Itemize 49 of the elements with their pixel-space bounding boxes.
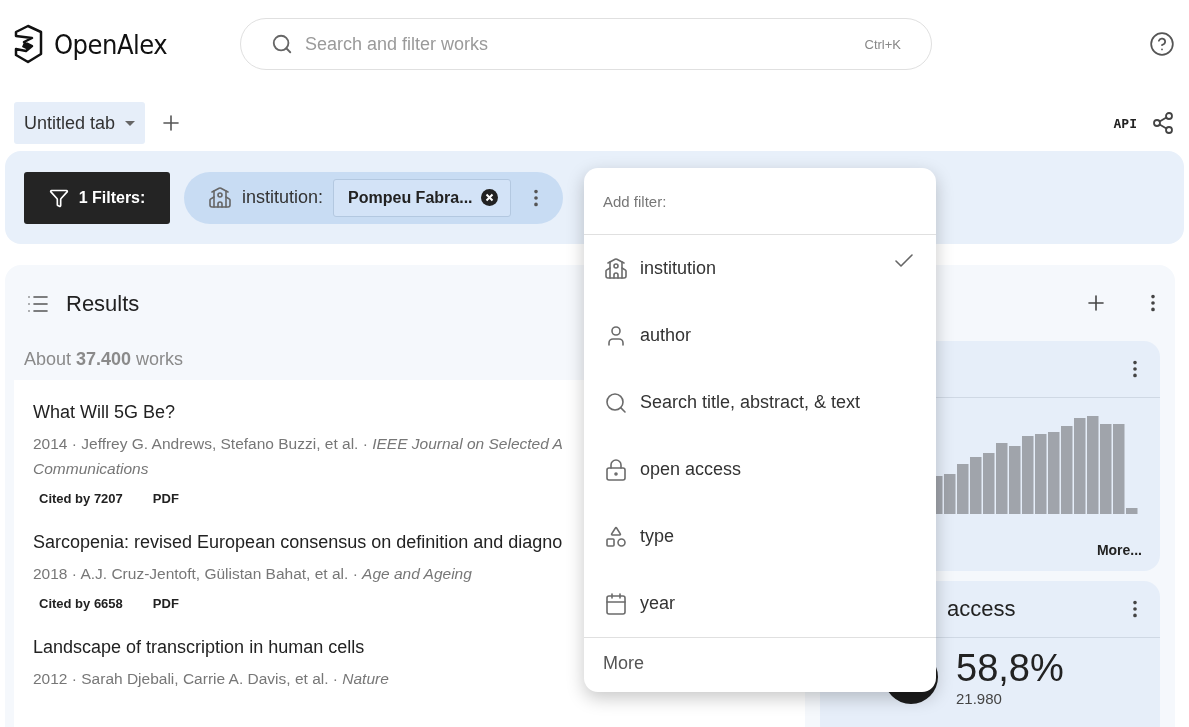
pdf-link[interactable]: PDF <box>152 491 179 506</box>
search-icon <box>604 390 628 415</box>
caret-icon <box>125 120 136 126</box>
lock-icon <box>604 457 628 482</box>
filters-button[interactable]: 1 Filters: <box>24 171 170 224</box>
shapes-icon <box>604 524 628 549</box>
work-meta: 2014 · Jeffrey G. Andrews, Stefano Buzzi, et al. · IEEE Journal on Selected A Communications <box>33 434 564 479</box>
histogram-bar <box>944 474 956 514</box>
help-icon[interactable] <box>1149 31 1175 57</box>
cited-by-link[interactable]: Cited by 7207 <box>39 491 123 506</box>
histogram-bar <box>983 453 995 514</box>
building-icon <box>604 256 628 281</box>
filter-chip[interactable]: institution: Pompeu Fabra... <box>184 171 563 224</box>
percent-value: 58,8% <box>956 647 1064 690</box>
pdf-link[interactable]: PDF <box>152 596 179 611</box>
menu-header: Add filter: <box>603 192 667 210</box>
calendar-icon <box>604 591 628 616</box>
chip-value[interactable]: Pompeu Fabra... <box>333 178 511 217</box>
work-meta: 2018 · A.J. Cruz-Jentoft, Gülistan Bahat, et al. · Age and Ageing <box>33 564 473 584</box>
cited-by-link[interactable]: Cited by 6658 <box>39 596 123 611</box>
api-link[interactable]: API <box>1113 115 1137 131</box>
logo-icon <box>12 24 44 64</box>
menu-item[interactable]: year <box>584 570 936 637</box>
count-value: 21.980 <box>956 690 1003 707</box>
menu-item[interactable]: institution <box>584 235 936 302</box>
menu-item[interactable]: open access <box>584 436 936 503</box>
tab[interactable]: Untitled tab <box>14 102 146 144</box>
histogram-bar <box>996 443 1008 514</box>
share-icon[interactable] <box>1151 111 1175 135</box>
work-meta: 2012 · Sarah Djebali, Carrie A. Davis, et al. · Nature <box>33 669 390 689</box>
histogram-bar <box>1009 446 1021 514</box>
shortcut-hint: Ctrl+K <box>864 36 901 52</box>
menu-item[interactable]: type <box>584 503 936 570</box>
more-item[interactable]: More <box>584 637 936 688</box>
clear-icon[interactable] <box>480 189 498 206</box>
logo-text: OpenAlex <box>54 28 168 60</box>
histogram-bar <box>970 457 982 514</box>
panel-title: Results <box>66 291 140 317</box>
search-placeholder: Search and filter works <box>305 33 490 55</box>
more-link[interactable]: More... <box>1096 542 1142 558</box>
menu-item[interactable]: Search title, abstract, & text <box>584 369 936 436</box>
histogram-bar <box>957 464 969 514</box>
results-count: About 37.400 works <box>23 348 185 371</box>
filter-icon <box>48 187 69 208</box>
building-icon <box>208 185 232 210</box>
card-title: access <box>946 596 1016 622</box>
menu-item[interactable]: author <box>584 302 936 369</box>
search-icon <box>271 33 293 55</box>
chip-field: institution: <box>242 187 324 208</box>
